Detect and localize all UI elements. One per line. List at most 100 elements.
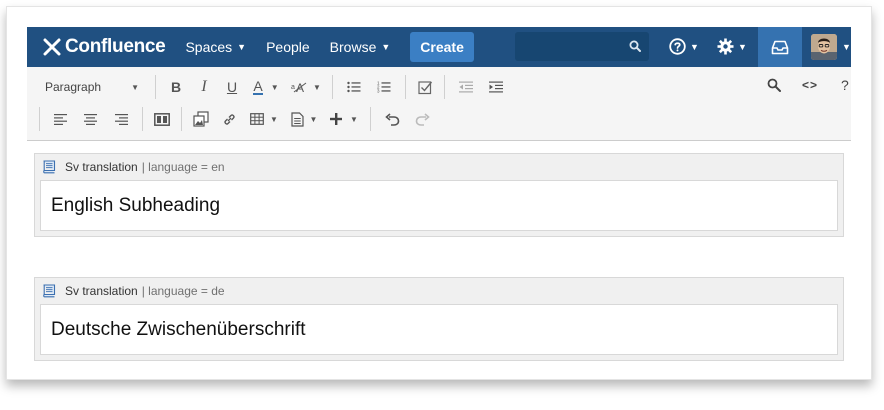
editor-window: Confluence Spaces ▼ People Browse ▼ Crea…: [6, 6, 872, 380]
more-formatting-icon: a A: [291, 81, 307, 94]
create-button[interactable]: Create: [410, 32, 474, 62]
nav-browse-label: Browse: [329, 39, 377, 55]
undo-button[interactable]: [377, 106, 407, 132]
translation-macro-en[interactable]: Sv translation | language = en English S…: [34, 153, 844, 237]
chevron-down-icon: ▼: [350, 114, 358, 124]
indent-icon: [489, 81, 503, 93]
translation-macro-de[interactable]: Sv translation | language = de Deutsche …: [34, 277, 844, 361]
svg-text:a: a: [291, 84, 295, 91]
page-layout-icon: [154, 112, 170, 126]
bullet-list-icon: [347, 81, 361, 93]
nav-people-label: People: [266, 39, 310, 55]
gear-icon: [717, 38, 734, 55]
align-right-button[interactable]: [106, 106, 136, 132]
macro-name: Sv translation: [65, 284, 138, 298]
text-color-button[interactable]: A ▼: [246, 74, 286, 100]
chevron-down-icon: ▼: [313, 82, 321, 92]
notifications-button[interactable]: [758, 27, 802, 67]
macro-content[interactable]: Deutsche Zwischenüberschrift: [40, 304, 838, 355]
macro-content[interactable]: English Subheading: [40, 180, 838, 231]
source-editor-button[interactable]: <>: [802, 72, 818, 98]
confluence-logo-icon: [43, 38, 61, 56]
link-icon: [223, 113, 235, 125]
search-box: [515, 32, 649, 61]
nav-spaces-label: Spaces: [185, 39, 233, 55]
find-replace-button[interactable]: [767, 72, 781, 98]
macro-params: | language = de: [141, 284, 225, 298]
align-left-button[interactable]: [46, 106, 74, 132]
inbox-icon: [771, 40, 789, 54]
bullet-list-button[interactable]: [339, 74, 369, 100]
outdent-icon: [459, 81, 473, 93]
outdent-button[interactable]: [451, 74, 481, 100]
toolbar-row-2: ▼ ▼ ▼: [39, 104, 437, 134]
book-icon: [43, 160, 56, 174]
toolbar-divider: [181, 107, 182, 131]
align-center-icon: [83, 113, 97, 125]
nav-browse[interactable]: Browse ▼: [330, 39, 391, 55]
help-menu[interactable]: ▼: [669, 38, 699, 55]
table-icon: [250, 113, 264, 125]
app-header: Confluence Spaces ▼ People Browse ▼ Crea…: [27, 27, 851, 67]
toolbar-divider: [444, 75, 445, 99]
chevron-down-icon: ▼: [309, 114, 318, 124]
redo-icon: [415, 112, 430, 126]
search-icon: [629, 40, 641, 52]
chevron-down-icon: ▼: [270, 82, 279, 92]
toolbar-row-1: Paragraph ▼ B I U A ▼ a A ▼: [27, 72, 511, 102]
chevron-down-icon: ▼: [738, 41, 747, 52]
align-right-icon: [114, 113, 128, 125]
chevron-down-icon: ▼: [237, 42, 247, 52]
text-color-label: A: [253, 78, 263, 95]
confluence-logo[interactable]: Confluence: [43, 36, 166, 58]
redo-button[interactable]: [407, 106, 437, 132]
insert-template-button[interactable]: ▼: [284, 106, 324, 132]
nav-spaces[interactable]: Spaces ▼: [185, 39, 246, 55]
insert-link-button[interactable]: [214, 106, 244, 132]
page-layout-button[interactable]: [149, 106, 175, 132]
toolbar-divider: [39, 107, 40, 131]
toolbar-divider: [332, 75, 333, 99]
book-icon: [43, 284, 56, 298]
numbered-list-button[interactable]: 1 2 3: [369, 74, 399, 100]
plus-icon: [330, 113, 343, 125]
help-button[interactable]: ?: [841, 72, 849, 98]
insert-table-button[interactable]: ▼: [244, 106, 284, 132]
bold-button[interactable]: B: [162, 74, 190, 100]
macro-header: Sv translation | language = en: [41, 159, 225, 175]
search-icon: [767, 78, 781, 92]
brand-name: Confluence: [65, 36, 166, 57]
toolbar-divider: [370, 107, 371, 131]
nav-people[interactable]: People: [266, 39, 310, 55]
document-icon: [290, 111, 304, 127]
numbered-list-icon: 1 2 3: [377, 81, 391, 93]
toolbar-divider: [405, 75, 406, 99]
settings-menu[interactable]: ▼: [717, 38, 747, 55]
checkbox-icon: [417, 80, 432, 94]
paragraph-style-label: Paragraph: [45, 80, 102, 94]
more-formatting-button[interactable]: a A ▼: [286, 74, 326, 100]
italic-button[interactable]: I: [190, 74, 218, 100]
align-center-button[interactable]: [74, 106, 106, 132]
paragraph-style-select[interactable]: Paragraph ▼: [27, 74, 149, 100]
chevron-down-icon: ▼: [381, 42, 391, 52]
toolbar-divider: [142, 107, 143, 131]
macro-name: Sv translation: [65, 160, 138, 174]
macro-header: Sv translation | language = de: [41, 283, 225, 299]
user-menu[interactable]: ▼: [811, 34, 851, 60]
insert-image-button[interactable]: [188, 106, 214, 132]
insert-more-button[interactable]: ▼: [324, 106, 364, 132]
editor-toolbar: Paragraph ▼ B I U A ▼ a A ▼: [27, 67, 851, 141]
chevron-down-icon: ▼: [842, 42, 851, 52]
indent-button[interactable]: [481, 74, 511, 100]
align-left-icon: [53, 113, 67, 125]
image-icon: [193, 111, 209, 127]
chevron-down-icon: ▼: [270, 114, 278, 124]
task-list-button[interactable]: [412, 74, 438, 100]
avatar: [811, 34, 837, 60]
svg-text:3: 3: [377, 89, 380, 93]
toolbar-divider: [155, 75, 156, 99]
underline-button[interactable]: U: [218, 74, 246, 100]
undo-icon: [384, 112, 399, 126]
chevron-down-icon: ▼: [131, 82, 139, 92]
